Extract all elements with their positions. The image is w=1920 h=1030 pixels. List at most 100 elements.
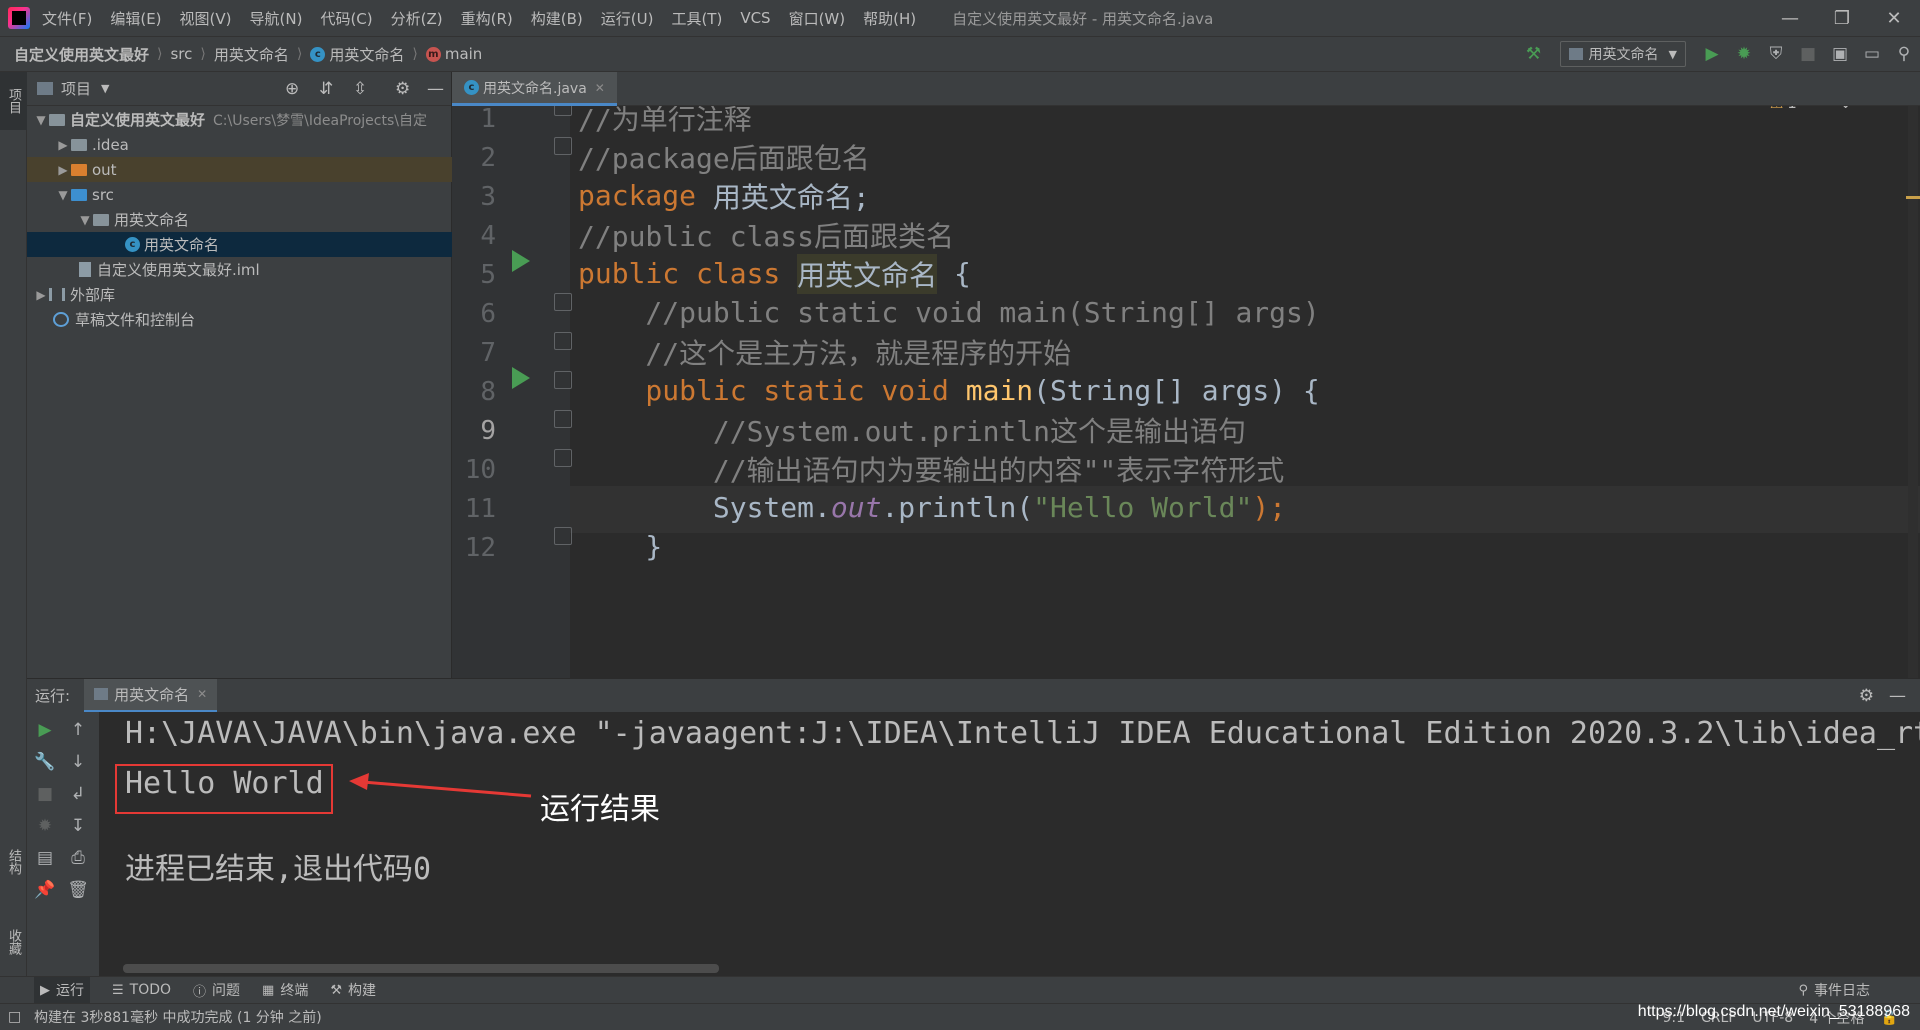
fold-marker-icon[interactable] <box>554 106 572 116</box>
build-hammer-icon[interactable]: ⚒ <box>1518 38 1550 70</box>
coverage-icon[interactable]: ⛨ <box>1760 38 1792 70</box>
run-configuration-select[interactable]: 用英文命名 ▼ <box>1559 41 1686 67</box>
fold-marker-icon[interactable] <box>554 137 572 155</box>
tree-item-scratches[interactable]: 草稿文件和控制台 <box>27 307 452 332</box>
locate-icon[interactable]: ⊕ <box>285 79 299 99</box>
tab-problems[interactable]: ⓘ 问题 <box>193 980 240 1000</box>
close-tab-icon[interactable]: ✕ <box>197 687 207 701</box>
tab-run[interactable]: ▶ 运行 <box>34 977 90 1003</box>
hide-panel-icon[interactable]: — <box>427 79 444 99</box>
fold-marker-icon[interactable] <box>554 410 572 428</box>
fold-marker-icon[interactable] <box>554 332 572 350</box>
gear-icon[interactable]: ⚙ <box>1859 686 1874 706</box>
project-panel-title[interactable]: 项目 <box>61 78 91 99</box>
tab-java-file[interactable]: c 用英文命名.java ✕ <box>452 72 617 106</box>
run-tab[interactable]: 用英文命名 ✕ <box>84 678 218 713</box>
menu-view[interactable]: 视图(V) <box>180 8 232 29</box>
stop-icon[interactable]: ■ <box>30 780 60 808</box>
menu-code[interactable]: 代码(C) <box>320 8 372 29</box>
toggle-tool-windows-icon[interactable]: □ <box>8 1009 21 1025</box>
project-structure-icon[interactable]: ▣ <box>1824 38 1856 70</box>
menu-navigate[interactable]: 导航(N) <box>250 8 303 29</box>
run-tab-label: 用英文命名 <box>114 685 190 704</box>
console-horizontal-scrollbar[interactable] <box>123 964 719 973</box>
breadcrumb-method[interactable]: m main <box>425 45 482 63</box>
tree-item-label: 外部库 <box>70 286 116 304</box>
menu-analyze[interactable]: 分析(Z) <box>391 8 443 29</box>
status-bar: □ 构建在 3秒881毫秒 中成功完成 (1 分钟 之前) 9:1 CRLF U… <box>0 1003 1920 1030</box>
minimize-button[interactable]: — <box>1764 0 1816 36</box>
layout-icon[interactable]: ▤ <box>30 844 60 872</box>
hide-panel-icon[interactable]: — <box>1889 686 1906 706</box>
print-icon[interactable]: ⎙ <box>63 844 93 872</box>
run-gutter-icon[interactable] <box>512 367 530 389</box>
fold-marker-icon[interactable] <box>554 527 572 545</box>
close-button[interactable]: ✕ <box>1868 0 1920 36</box>
rerun-icon[interactable]: ▶ <box>30 716 60 744</box>
tab-todo[interactable]: ☰ TODO <box>112 982 171 998</box>
scroll-up-icon[interactable]: ↑ <box>63 716 93 744</box>
menu-run[interactable]: 运行(U) <box>601 8 654 29</box>
wrench-icon[interactable]: 🔧 <box>30 748 60 776</box>
menu-help[interactable]: 帮助(H) <box>863 8 916 29</box>
menu-file[interactable]: 文件(F) <box>42 8 92 29</box>
tab-terminal[interactable]: ▦ 终端 <box>262 980 308 1000</box>
search-icon[interactable]: ⚲ <box>1888 38 1920 70</box>
tree-item-class-file[interactable]: c 用英文命名 <box>27 232 452 257</box>
menu-vcs[interactable]: VCS <box>740 9 770 27</box>
next-highlight-icon[interactable]: ⌄ <box>1839 106 1852 112</box>
debug-icon[interactable]: ✹ <box>30 812 60 840</box>
stop-icon[interactable]: ■ <box>1792 38 1824 70</box>
menu-window[interactable]: 窗口(W) <box>789 8 846 29</box>
restore-button[interactable]: ❐ <box>1816 0 1868 36</box>
pin-icon[interactable]: 📌 <box>30 876 60 904</box>
console-exit-line: 进程已结束,退出代码0 <box>125 852 432 887</box>
fold-marker-icon[interactable] <box>554 293 572 311</box>
soft-wrap-icon[interactable]: ↲ <box>63 780 93 808</box>
stripe-structure-button[interactable]: 结构 <box>0 832 27 892</box>
breadcrumb-package[interactable]: 用英文命名 <box>214 44 289 65</box>
status-message[interactable]: 构建在 3秒881毫秒 中成功完成 (1 分钟 之前) <box>34 1007 322 1027</box>
menu-build[interactable]: 构建(B) <box>531 8 583 29</box>
run-gutter-icon[interactable] <box>512 250 530 272</box>
menu-edit[interactable]: 编辑(E) <box>110 8 161 29</box>
tree-item-package[interactable]: ▼ 用英文命名 <box>27 207 452 232</box>
scroll-to-end-icon[interactable]: ↧ <box>63 812 93 840</box>
tab-terminal-label: 终端 <box>280 983 309 999</box>
stripe-project-button[interactable]: 项目 <box>0 72 27 130</box>
stripe-favorites-button[interactable]: 收藏 <box>0 912 27 972</box>
tree-item-out[interactable]: ▶ out <box>27 157 452 182</box>
tree-item-iml[interactable]: 自定义使用英文最好.iml <box>27 257 452 282</box>
editor-vertical-scrollbar[interactable] <box>1908 106 1918 678</box>
previous-highlight-icon[interactable]: ⌃ <box>1813 106 1826 112</box>
run-icon[interactable]: ▶ <box>1696 38 1728 70</box>
close-tab-icon[interactable]: ✕ <box>595 81 605 95</box>
presentation-icon[interactable]: ▭ <box>1856 38 1888 70</box>
list-icon: ☰ <box>112 982 124 998</box>
fold-marker-icon[interactable] <box>554 371 572 389</box>
inspection-widget[interactable]: ⚠ 1 ⌃ ⌄ <box>1770 106 1852 112</box>
gear-icon[interactable]: ⚙ <box>395 79 410 99</box>
run-console[interactable]: H:\JAVA\JAVA\bin\java.exe "-javaagent:J:… <box>99 712 1920 976</box>
class-icon: c <box>125 237 140 252</box>
breadcrumb-src[interactable]: src <box>170 45 192 63</box>
scroll-down-icon[interactable]: ↓ <box>63 748 93 776</box>
trash-icon[interactable]: 🗑 <box>63 876 93 904</box>
collapse-all-icon[interactable]: ⇳ <box>353 79 367 99</box>
fold-marker-icon[interactable] <box>554 449 572 467</box>
breadcrumb-project[interactable]: 自定义使用英文最好 <box>14 44 149 65</box>
code-editor[interactable]: 1 2 3 4 5 6 7 8 9 10 11 12 //为单行注释 //pac… <box>452 106 1920 678</box>
chevron-down-icon[interactable]: ▼ <box>101 82 109 95</box>
menu-tools[interactable]: 工具(T) <box>671 8 722 29</box>
menu-refactor[interactable]: 重构(R) <box>461 8 513 29</box>
tree-item-external-libraries[interactable]: ▶ 外部库 <box>27 282 452 307</box>
tree-item-src[interactable]: ▼ src <box>27 182 452 207</box>
error-stripe-mark[interactable] <box>1906 196 1920 199</box>
tab-build[interactable]: ⚒ 构建 <box>330 980 376 1000</box>
tree-item-project-root[interactable]: ▼ 自定义使用英文最好 C:\Users\梦雪\IdeaProjects\自定 <box>27 107 452 132</box>
event-log-button[interactable]: ⚲ 事件日志 <box>1798 980 1870 1000</box>
expand-all-icon[interactable]: ⇵ <box>319 79 333 99</box>
breadcrumb-class[interactable]: c 用英文命名 <box>310 44 404 65</box>
debug-icon[interactable]: ✹ <box>1728 38 1760 70</box>
tree-item-idea[interactable]: ▶ .idea <box>27 132 452 157</box>
